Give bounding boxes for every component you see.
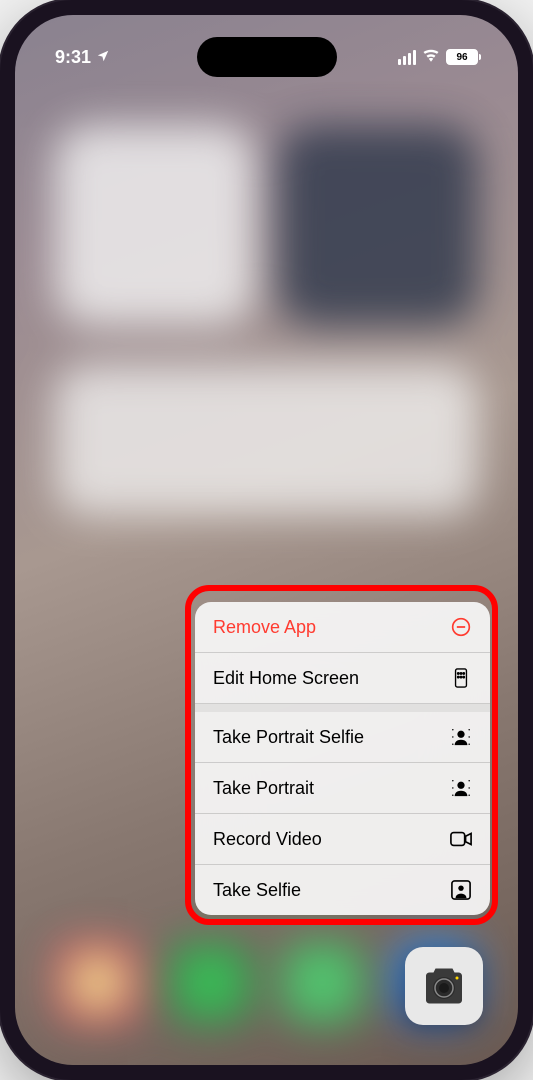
context-menu: Remove App Edit Home Screen Take Portrai… (195, 602, 490, 915)
dark-widget (278, 125, 478, 325)
card-widget (55, 365, 478, 515)
record-video-label: Record Video (213, 829, 322, 850)
battery-level: 96 (456, 52, 467, 63)
camera-icon (420, 966, 468, 1006)
status-right: 96 (398, 48, 478, 67)
take-selfie-item[interactable]: Take Selfie (195, 865, 490, 915)
status-time: 9:31 (55, 47, 91, 68)
wifi-icon (422, 48, 440, 67)
dock-app-photos (55, 940, 140, 1025)
screen: 9:31 96 Remove App (15, 15, 518, 1065)
take-portrait-label: Take Portrait (213, 778, 314, 799)
apps-icon (450, 667, 472, 689)
battery-icon: 96 (446, 49, 478, 65)
iphone-frame: 9:31 96 Remove App (0, 0, 533, 1080)
remove-app-item[interactable]: Remove App (195, 602, 490, 653)
clock-widget (55, 125, 255, 325)
take-portrait-item[interactable]: Take Portrait (195, 763, 490, 814)
cellular-icon (398, 50, 416, 65)
take-portrait-selfie-label: Take Portrait Selfie (213, 727, 364, 748)
edit-home-screen-label: Edit Home Screen (213, 668, 359, 689)
edit-home-screen-item[interactable]: Edit Home Screen (195, 653, 490, 704)
portrait-icon (450, 777, 472, 799)
remove-app-label: Remove App (213, 617, 316, 638)
camera-app-icon[interactable] (405, 947, 483, 1025)
selfie-icon (450, 879, 472, 901)
remove-icon (450, 616, 472, 638)
take-portrait-selfie-item[interactable]: Take Portrait Selfie (195, 712, 490, 763)
location-icon (96, 47, 110, 68)
video-icon (450, 828, 472, 850)
take-selfie-label: Take Selfie (213, 880, 301, 901)
status-left: 9:31 (55, 47, 110, 68)
menu-divider (195, 704, 490, 712)
dock-app-messages (168, 940, 253, 1025)
portrait-selfie-icon (450, 726, 472, 748)
record-video-item[interactable]: Record Video (195, 814, 490, 865)
dock-app-phone (280, 940, 365, 1025)
dynamic-island (197, 37, 337, 77)
